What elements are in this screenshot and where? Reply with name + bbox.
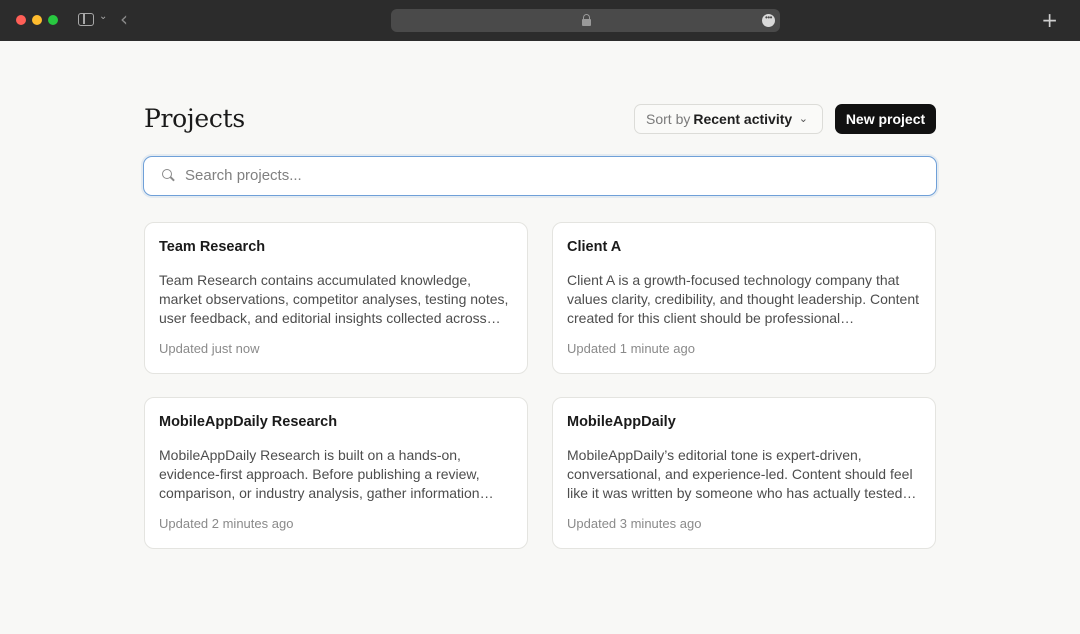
more-options-icon[interactable]: ••• — [762, 14, 775, 27]
search-icon — [162, 169, 175, 182]
project-updated-time: Updated 2 minutes ago — [159, 516, 294, 531]
address-bar[interactable]: ••• — [391, 9, 780, 32]
project-description: Client A is a growth-focused technology … — [567, 272, 920, 326]
sort-value-label: Recent activity — [693, 111, 793, 127]
back-button[interactable]: ‹ — [120, 8, 128, 30]
project-title: MobileAppDaily — [567, 414, 676, 430]
page-title: Projects — [144, 104, 245, 133]
search-input[interactable] — [185, 157, 925, 194]
sort-dropdown[interactable]: Sort by Recent activity ⌄ — [634, 104, 823, 134]
project-card[interactable]: MobileAppDaily Research MobileAppDaily R… — [144, 397, 528, 549]
chevron-down-icon: ⌄ — [798, 113, 808, 125]
project-title: Team Research — [159, 239, 266, 255]
zoom-window-button[interactable] — [48, 15, 58, 25]
chevron-down-icon[interactable]: ⌄ — [99, 11, 107, 22]
close-window-button[interactable] — [16, 15, 26, 25]
lock-icon — [582, 14, 591, 26]
project-title: Client A — [567, 239, 622, 255]
project-description: MobileAppDaily Research is built on a ha… — [159, 447, 494, 501]
project-description: Team Research contains accumulated knowl… — [159, 272, 509, 326]
project-updated-time: Updated just now — [159, 341, 260, 356]
browser-toolbar: ⌄ ‹ ••• + — [0, 0, 1080, 41]
sidebar-toggle-icon[interactable] — [78, 13, 94, 26]
search-box[interactable] — [143, 156, 937, 196]
project-description: MobileAppDaily’s editorial tone is exper… — [567, 447, 917, 501]
new-tab-button[interactable]: + — [1041, 9, 1058, 31]
sort-prefix-label: Sort by — [646, 111, 691, 127]
project-card[interactable]: Team Research Team Research contains acc… — [144, 222, 528, 374]
project-updated-time: Updated 3 minutes ago — [567, 516, 702, 531]
project-card[interactable]: Client A Client A is a growth-focused te… — [552, 222, 936, 374]
project-card[interactable]: MobileAppDaily MobileAppDaily’s editoria… — [552, 397, 936, 549]
minimize-window-button[interactable] — [32, 15, 42, 25]
project-updated-time: Updated 1 minute ago — [567, 341, 695, 356]
project-title: MobileAppDaily Research — [159, 414, 338, 430]
new-project-button[interactable]: New project — [835, 104, 936, 134]
